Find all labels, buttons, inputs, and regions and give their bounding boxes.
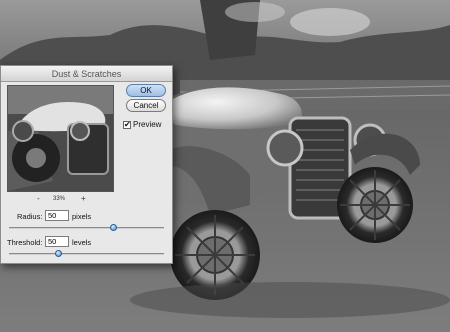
checkbox-check-icon: ✔ <box>124 120 131 129</box>
threshold-slider-thumb[interactable] <box>54 250 62 257</box>
zoom-controls: - 33% + <box>7 194 114 204</box>
radius-unit: pixels <box>72 212 92 221</box>
zoom-level: 33% <box>53 196 66 202</box>
preview-image <box>8 86 113 191</box>
threshold-input[interactable]: 50 <box>45 236 69 247</box>
threshold-unit: levels <box>72 238 92 247</box>
zoom-in-icon[interactable]: + <box>81 194 86 204</box>
cancel-button[interactable]: Cancel <box>126 99 166 112</box>
ok-button[interactable]: OK <box>126 84 166 97</box>
preview-checkbox-label[interactable]: Preview <box>133 120 161 129</box>
filter-preview-pane[interactable] <box>7 85 114 192</box>
zoom-out-icon[interactable]: - <box>37 194 40 204</box>
threshold-slider-track[interactable] <box>9 253 164 255</box>
threshold-label: Threshold: <box>7 238 43 247</box>
radius-slider-thumb[interactable] <box>110 224 118 231</box>
preview-checkbox[interactable]: ✔ <box>123 121 131 129</box>
radius-label: Radius: <box>17 212 43 221</box>
radius-input[interactable]: 50 <box>45 210 69 221</box>
radius-slider-track[interactable] <box>9 227 164 229</box>
dust-and-scratches-dialog: Dust & Scratches - 33% + OK Cancel ✔ Pre… <box>0 65 173 264</box>
dialog-title[interactable]: Dust & Scratches <box>1 66 172 82</box>
